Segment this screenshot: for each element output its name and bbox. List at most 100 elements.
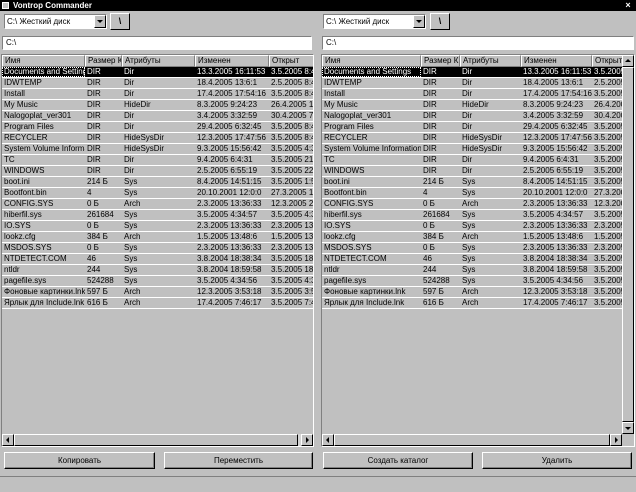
- file-modified: 3.8.2004 18:59:58: [523, 265, 588, 274]
- file-attributes: Sys: [462, 210, 476, 219]
- file-row[interactable]: Ярлык для Include.lnk 616 Б Arch 17.4.2005 …: [2, 298, 313, 309]
- file-row[interactable]: Install DIR Dir 17.4.2005 17:54:16 3.5.2005 …: [2, 89, 313, 100]
- column-header[interactable]: Изменен: [521, 55, 592, 67]
- file-row[interactable]: IO.SYS0 БSys2.3.2005 13:36:332.3.2005 13…: [2, 221, 313, 232]
- right-horizontal-scrollbar[interactable]: [322, 434, 622, 446]
- file-row[interactable]: pagefile.sys 524288 Sys 3.5.2005 4:34:56 3.5…: [322, 276, 634, 287]
- file-row[interactable]: ntldr244Sys3.8.2004 18:59:583.5.2005 18:…: [322, 265, 634, 276]
- file-row[interactable]: WINDOWSDIRDir2.5.2005 6:55:193.5.2005 22…: [2, 166, 313, 177]
- right-file-panel[interactable]: Имя Размер К Атрибуты Изменен Открыт Documen…: [321, 54, 635, 447]
- file-row[interactable]: Program Files DIR Dir 29.4.2005 6:32:45 3.5.…: [2, 122, 313, 133]
- file-name: RECYCLER: [4, 133, 48, 142]
- file-row[interactable]: TCDIRDir9.4.2005 6:4:313.5.2005 21:6:3: [322, 155, 634, 166]
- file-row[interactable]: Nalogoplat_ver301 DIR Dir 3.4.2005 3:32:59 3…: [2, 111, 313, 122]
- column-header[interactable]: Имя: [2, 55, 85, 67]
- file-row[interactable]: Bootfont.bin 4 Sys 20.10.2001 12:0:0 27.3.20…: [322, 188, 634, 199]
- file-row[interactable]: boot.ini 214 Б Sys 8.4.2005 14:51:15 3.5.200…: [2, 177, 313, 188]
- file-modified: 3.8.2004 18:38:34: [523, 254, 588, 263]
- file-name: Nalogoplat_ver301: [324, 111, 392, 120]
- move-button[interactable]: Переместить: [164, 452, 313, 469]
- file-row[interactable]: lookz.cfg 384 Б Arch 1.5.2005 13:48:6 1.5.20…: [2, 232, 313, 243]
- file-attributes: Arch: [462, 287, 479, 296]
- file-row[interactable]: System Volume InformationDIR HideSysDir 9.…: [2, 144, 313, 155]
- file-row[interactable]: MSDOS.SYS 0 Б Sys 2.3.2005 13:36:33 2.3.2005…: [2, 243, 313, 254]
- scroll-down-icon[interactable]: [622, 422, 634, 434]
- file-row[interactable]: Nalogoplat_ver301 DIR Dir 3.4.2005 3:32:59 3…: [322, 111, 634, 122]
- file-row[interactable]: Program Files DIR Dir 29.4.2005 6:32:45 3.5.…: [322, 122, 634, 133]
- file-row[interactable]: TCDIRDir9.4.2005 6:4:313.5.2005 21:6:3: [2, 155, 314, 166]
- file-row[interactable]: My Music DIR HideDir 8.3.2005 9:24:23 26.4.2…: [322, 100, 634, 111]
- left-drive-select[interactable]: C:\ Жесткий диск: [4, 14, 107, 29]
- file-row[interactable]: IO.SYS0 БSys2.3.2005 13:36:332.3.2005 13…: [322, 221, 634, 232]
- file-row[interactable]: Documents and Settings DIR Dir 13.3.2005 16…: [2, 67, 313, 78]
- file-row[interactable]: My Music DIR HideDir 8.3.2005 9:24:23 26.4.2…: [2, 100, 313, 111]
- file-attributes: HideSysDir: [124, 144, 165, 153]
- file-row[interactable]: Ярлык для Include.lnk 616 Б Arch 17.4.2005 …: [322, 298, 634, 309]
- right-vertical-scrollbar[interactable]: [622, 55, 634, 434]
- column-header[interactable]: Размер К: [421, 55, 460, 67]
- scroll-left-icon[interactable]: [322, 434, 334, 446]
- file-modified: 18.4.2005 13:6:1: [197, 78, 258, 87]
- file-row[interactable]: RECYCLER DIR HideSysDir 12.3.2005 17:47:56 3…: [2, 133, 313, 144]
- column-header[interactable]: Атрибуты: [460, 55, 521, 67]
- file-row[interactable]: pagefile.sys 524288 Sys 3.5.2005 4:34:56 3.5…: [2, 276, 313, 287]
- file-row[interactable]: Install DIR Dir 17.4.2005 17:54:16 3.5.2005 …: [322, 89, 634, 100]
- file-row[interactable]: Documents and Settings DIR Dir 13.3.2005 16…: [322, 67, 634, 78]
- right-drive-select[interactable]: C:\ Жесткий диск: [323, 14, 426, 29]
- right-path-field[interactable]: C:\: [322, 36, 634, 50]
- left-hscroll-thumb[interactable]: [14, 434, 298, 446]
- file-row[interactable]: IDWTEMPDIRDir18.4.2005 13:6:12.5.2005 8:…: [2, 78, 313, 89]
- file-row[interactable]: hiberfil.sys 261684 Sys 3.5.2005 4:34:57 3.5…: [2, 210, 313, 221]
- file-size: DIR: [423, 67, 437, 76]
- dropdown-arrow-icon[interactable]: [94, 15, 106, 28]
- file-row[interactable]: Bootfont.bin 4 Sys 20.10.2001 12:0:0 27.3.20…: [2, 188, 313, 199]
- file-row[interactable]: CONFIG.SYS 0 Б Arch 2.3.2005 13:36:33 12.3.2…: [2, 199, 313, 210]
- left-horizontal-scrollbar[interactable]: [2, 434, 313, 446]
- file-attributes: Arch: [124, 287, 141, 296]
- file-attributes: Sys: [462, 221, 476, 230]
- dropdown-arrow-icon[interactable]: [413, 15, 425, 28]
- file-name: CONFIG.SYS: [4, 199, 54, 208]
- file-attributes: Dir: [462, 122, 473, 131]
- file-row[interactable]: WINDOWSDIRDir2.5.2005 6:55:193.5.2005 22…: [322, 166, 634, 177]
- column-header[interactable]: Атрибуты: [122, 55, 195, 67]
- file-row[interactable]: System Volume InformationDIR HideSysDir 9.…: [322, 144, 634, 155]
- left-file-panel[interactable]: Имя Размер К Атрибуты Изменен Открыт Documen…: [1, 54, 314, 447]
- column-header[interactable]: Имя: [322, 55, 421, 67]
- file-name: TC: [4, 155, 15, 164]
- file-row[interactable]: boot.ini 214 Б Sys 8.4.2005 14:51:15 3.5.200…: [322, 177, 634, 188]
- scroll-right-icon[interactable]: [610, 434, 622, 446]
- file-modified: 2.3.2005 13:36:33: [523, 199, 588, 208]
- file-modified: 3.4.2005 3:32:59: [197, 111, 258, 120]
- scroll-left-icon[interactable]: [2, 434, 14, 446]
- left-path-field[interactable]: C:\: [2, 36, 312, 50]
- file-row[interactable]: Фоновые картинки.lnk 597 Б Arch 12.3.2005 3…: [322, 287, 634, 298]
- file-accessed: 3.5.2005 21:6:3: [271, 155, 314, 164]
- file-row[interactable]: hiberfil.sys 261684 Sys 3.5.2005 4:34:57 3.5…: [322, 210, 634, 221]
- column-header[interactable]: Изменен: [195, 55, 269, 67]
- file-row[interactable]: IDWTEMPDIRDir18.4.2005 13:6:12.5.2005 8:…: [322, 78, 634, 89]
- file-row[interactable]: CONFIG.SYS 0 Б Arch 2.3.2005 13:36:33 12.3.2…: [322, 199, 634, 210]
- scroll-up-icon[interactable]: [622, 55, 634, 67]
- column-header[interactable]: Размер К: [85, 55, 122, 67]
- file-row[interactable]: NTDETECT.COM 46 Sys 3.8.2004 18:38:34 3.5.20…: [322, 254, 634, 265]
- create-folder-button[interactable]: Создать каталог: [323, 452, 473, 469]
- file-row[interactable]: ntldr244Sys3.8.2004 18:59:583.5.2005 18:…: [2, 265, 313, 276]
- right-root-button[interactable]: \: [430, 13, 450, 30]
- file-row[interactable]: NTDETECT.COM 46 Sys 3.8.2004 18:38:34 3.5.20…: [2, 254, 313, 265]
- file-row[interactable]: RECYCLER DIR HideSysDir 12.3.2005 17:47:56 3…: [322, 133, 634, 144]
- left-root-button[interactable]: \: [110, 13, 130, 30]
- file-row[interactable]: Фоновые картинки.lnk 597 Б Arch 12.3.2005 3…: [2, 287, 313, 298]
- file-row[interactable]: lookz.cfg 384 Б Arch 1.5.2005 13:48:6 1.5.20…: [322, 232, 634, 243]
- copy-button[interactable]: Копировать: [4, 452, 155, 469]
- file-attributes: Dir: [462, 166, 473, 175]
- file-name: System Volume Information: [324, 144, 421, 153]
- file-row[interactable]: MSDOS.SYS 0 Б Sys 2.3.2005 13:36:33 2.3.2005…: [322, 243, 634, 254]
- column-header[interactable]: Открыт: [269, 55, 313, 67]
- scroll-right-icon[interactable]: [301, 434, 313, 446]
- right-vscroll-thumb[interactable]: [622, 67, 634, 422]
- right-hscroll-thumb[interactable]: [334, 434, 610, 446]
- file-name: Program Files: [324, 122, 374, 131]
- close-icon[interactable]: ×: [623, 0, 633, 11]
- delete-button[interactable]: Удалить: [482, 452, 632, 469]
